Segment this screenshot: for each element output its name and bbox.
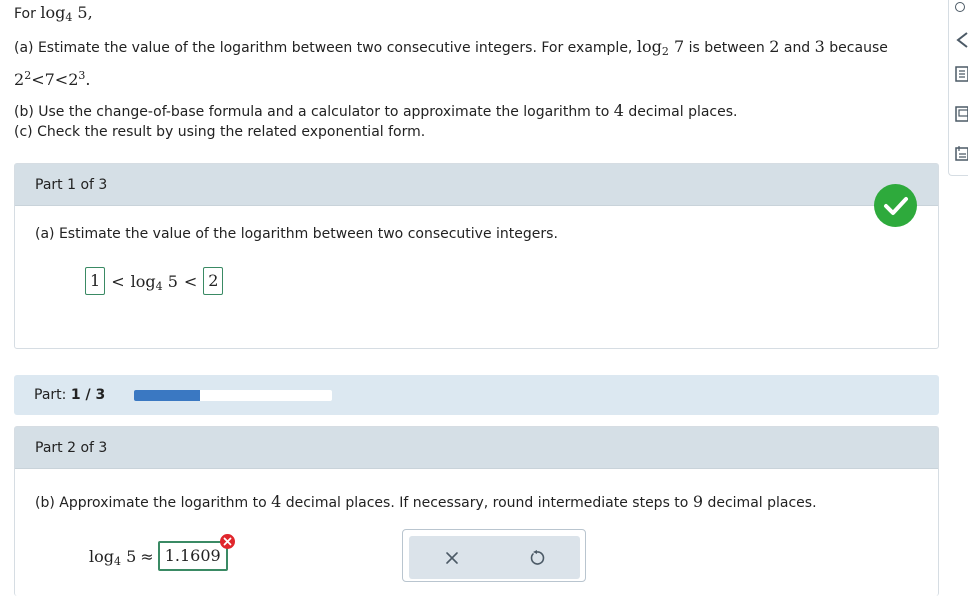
progress-fill: [134, 390, 200, 401]
part2-log-label: log: [89, 546, 114, 566]
ineq-exp-high: 3: [78, 69, 86, 82]
intro-log: log4 5,: [40, 3, 93, 24]
part2-prompt: (b) Approximate the logarithm to 4 decim…: [35, 492, 817, 511]
correct-check-icon: [874, 184, 917, 227]
part-c-statement: (c) Check the result by using the relate…: [14, 124, 426, 140]
lt-sign-2: <: [183, 271, 198, 291]
part1-log-label: log: [130, 271, 156, 291]
part2-prompt-2: decimal places. If necessary, round inte…: [285, 495, 689, 511]
undo-button[interactable]: [517, 543, 557, 573]
intro-log-arg: 5,: [77, 3, 93, 22]
part2-prompt-1: (b) Approximate the logarithm to: [35, 495, 267, 511]
part2-places: 4: [271, 492, 282, 511]
progress-current: 1: [70, 387, 81, 403]
part2-intermediate-places: 9: [692, 492, 704, 511]
part-b-text-1: (b) Use the change-of-base formula and a…: [14, 104, 610, 120]
progress-label-text: Part:: [34, 387, 67, 403]
part1-header: Part 1 of 3: [15, 164, 938, 206]
upper-answer-input[interactable]: 2: [203, 267, 224, 295]
part1-header-label: Part 1 of 3: [35, 176, 108, 193]
example-because: because: [829, 40, 888, 56]
progress-total: 3: [95, 387, 106, 403]
intro-log-base: 4: [65, 11, 73, 24]
part-a-text: (a) Estimate the value of the logarithm …: [14, 40, 633, 56]
part2-log-arg: 5: [126, 546, 137, 566]
part2-header: Part 2 of 3: [15, 427, 938, 469]
part1-inequality: 1 < log4 5 < 2: [85, 267, 224, 295]
part2-equation: log4 5 ≈ 1.1609: [89, 534, 235, 571]
problem-intro: For log4 5,: [14, 3, 93, 24]
undo-icon: [530, 549, 545, 565]
part-b-places: 4: [613, 101, 624, 120]
part-b-text-2: decimal places.: [628, 104, 738, 120]
close-icon: [445, 551, 458, 564]
ineq-base-2: 2: [68, 70, 79, 89]
help-icon[interactable]: [955, 2, 965, 12]
intro-prefix: For: [14, 6, 36, 22]
answer-tool-bar: [409, 536, 580, 579]
answer-tool-panel: [402, 529, 586, 582]
part2-prompt-3: decimal places.: [707, 495, 817, 511]
part1-panel: Part 1 of 3 (a) Estimate the value of th…: [14, 163, 939, 349]
part1-log: log4 5: [130, 271, 178, 293]
decimal-answer-value: 1.1609: [164, 546, 221, 565]
progress-label: Part: 1 / 3: [34, 387, 105, 403]
example-log-arg: 7: [673, 37, 685, 56]
ineq-mid: 7: [44, 70, 55, 89]
part1-log-arg: 5: [167, 271, 178, 291]
progress-separator: /: [85, 387, 91, 403]
example-and: and: [783, 40, 811, 56]
part1-log-base: 4: [155, 279, 163, 293]
approx-sign: ≈: [140, 546, 154, 566]
ineq-base-1: 2: [14, 70, 25, 89]
progress-bar: [134, 390, 332, 401]
example-between: is between: [688, 40, 765, 56]
calculator-icon[interactable]: [955, 145, 968, 161]
part2-header-label: Part 2 of 3: [35, 439, 108, 456]
notes-icon[interactable]: [955, 66, 968, 82]
part-a-statement: (a) Estimate the value of the logarithm …: [14, 37, 888, 58]
lower-answer-input[interactable]: 1: [85, 267, 106, 295]
part-b-statement: (b) Use the change-of-base formula and a…: [14, 101, 737, 120]
incorrect-x-icon: [219, 534, 235, 549]
part2-log: log4 5: [89, 546, 137, 568]
decimal-answer-input[interactable]: 1.1609: [157, 534, 235, 571]
example-high: 3: [814, 37, 825, 56]
side-toolbar: [948, 0, 968, 176]
example-low: 2: [769, 37, 780, 56]
lt-sign-1: <: [111, 271, 125, 291]
textbook-icon[interactable]: [955, 106, 968, 122]
part2-log-base: 4: [114, 554, 121, 568]
part1-prompt: (a) Estimate the value of the logarithm …: [35, 226, 558, 242]
ineq-exp-low: 2: [24, 69, 32, 82]
example-log: log2 7: [636, 37, 685, 58]
example-inequality: 22<7<23.: [14, 69, 91, 89]
example-log-base: 2: [661, 45, 669, 58]
clear-button[interactable]: [432, 543, 472, 573]
chevron-left-icon[interactable]: [955, 32, 968, 48]
